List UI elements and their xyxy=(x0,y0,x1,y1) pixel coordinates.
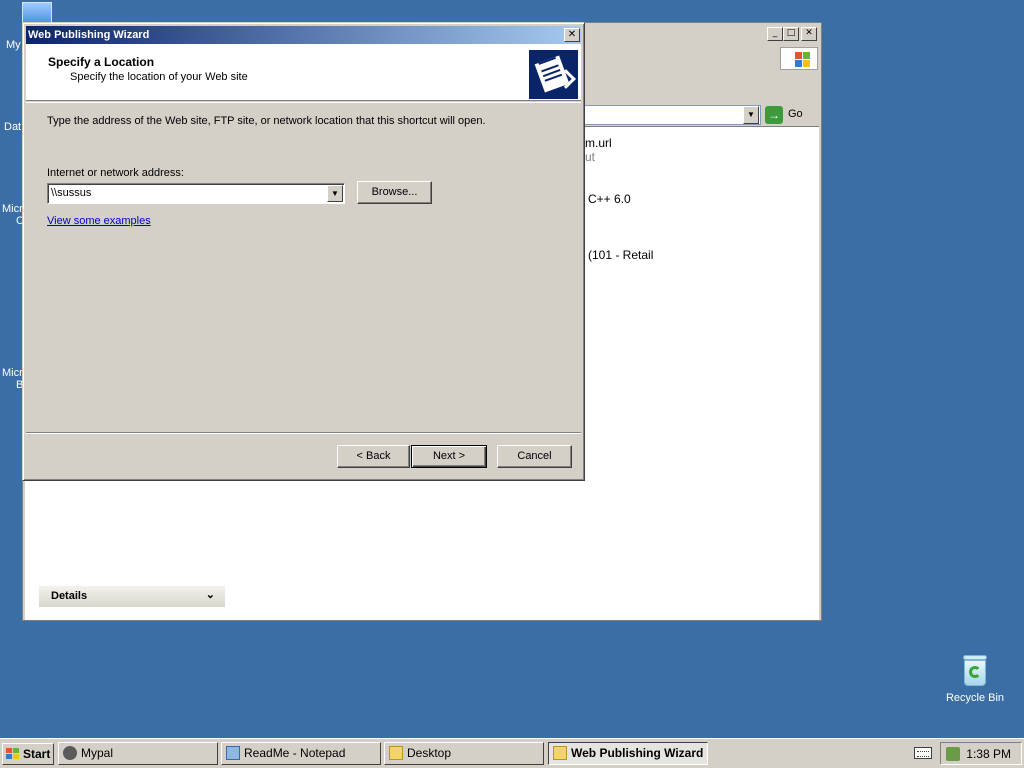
keyboard-icon[interactable] xyxy=(914,747,932,759)
next-button[interactable]: Next > xyxy=(411,445,487,468)
desktop-label-my[interactable]: My xyxy=(6,39,21,51)
list-item[interactable]: (101 - Retail xyxy=(588,248,653,262)
combo-dropdown-arrow-icon[interactable]: ▼ xyxy=(327,185,343,202)
taskbar-item-label: Web Publishing Wizard xyxy=(571,746,704,760)
desktop-label-micr-2[interactable]: Micr xyxy=(2,367,23,379)
link-period: . xyxy=(146,215,150,227)
taskbar-item-desktop[interactable]: Desktop xyxy=(384,742,544,765)
go-arrow-icon: → xyxy=(765,106,783,124)
details-label: Details xyxy=(51,590,88,602)
go-label: Go xyxy=(788,108,803,120)
wizard-header: Specify a Location Specify the location … xyxy=(26,44,581,101)
cancel-button[interactable]: Cancel xyxy=(497,445,572,468)
notepad-icon xyxy=(226,746,240,760)
maximize-button[interactable]: □ xyxy=(783,27,799,41)
desktop-label-data[interactable]: Dat xyxy=(4,121,21,133)
dialog-title: Web Publishing Wizard xyxy=(26,26,581,44)
address-bar[interactable] xyxy=(583,105,761,125)
taskbar-item-notepad[interactable]: ReadMe - Notepad xyxy=(221,742,381,765)
my-computer-icon[interactable] xyxy=(22,2,52,24)
taskbar-item-label: ReadMe - Notepad xyxy=(244,746,346,760)
dialog-close-button[interactable]: ✕ xyxy=(564,28,580,42)
web-publish-icon xyxy=(529,50,578,99)
taskbar-item-label: Mypal xyxy=(81,746,114,760)
address-combobox[interactable]: \\sussus ▼ xyxy=(47,183,345,204)
windows-logo-icon xyxy=(780,47,818,70)
folder-icon xyxy=(553,746,567,760)
network-icon[interactable] xyxy=(946,747,960,761)
list-item[interactable]: m.url xyxy=(585,136,612,150)
list-item[interactable]: C++ 6.0 xyxy=(588,192,631,206)
back-button[interactable]: < Back xyxy=(337,445,410,468)
close-button[interactable]: ✕ xyxy=(801,27,817,41)
taskbar-item-label: Desktop xyxy=(407,746,452,760)
system-tray: 1:38 PM xyxy=(940,742,1022,765)
chevron-down-icon[interactable]: ⌄ xyxy=(206,588,215,601)
go-button[interactable]: → Go xyxy=(763,105,817,125)
wizard-step-title: Specify a Location xyxy=(48,55,155,69)
taskbar-item-web-publishing-wizard[interactable]: Web Publishing Wizard xyxy=(548,742,708,765)
desktop-label-micr-1[interactable]: Micr xyxy=(2,203,23,215)
clock[interactable]: 1:38 PM xyxy=(966,747,1011,761)
wizard-step-subtitle: Specify the location of your Web site xyxy=(70,71,248,83)
recycle-bin[interactable]: Recycle Bin xyxy=(940,655,1010,704)
start-button[interactable]: Start xyxy=(2,743,54,765)
details-panel-header[interactable]: Details ⌄ xyxy=(39,586,225,607)
start-label: Start xyxy=(23,747,51,761)
address-label: Internet or network address: xyxy=(47,167,184,179)
mypal-icon xyxy=(63,746,77,760)
recycle-bin-label: Recycle Bin xyxy=(945,692,1005,704)
header-divider xyxy=(26,102,581,103)
taskbar: Start Mypal ReadMe - Notepad Desktop Web… xyxy=(0,738,1024,768)
minimize-button[interactable]: _ xyxy=(767,27,783,41)
web-publishing-wizard-dialog: Web Publishing Wizard ✕ Specify a Locati… xyxy=(22,22,585,481)
recycle-bin-icon xyxy=(961,655,989,687)
browse-button[interactable]: Browse... xyxy=(357,181,432,204)
windows-flag-icon xyxy=(6,748,20,760)
instruction-text: Type the address of the Web site, FTP si… xyxy=(47,115,486,127)
address-input[interactable]: \\sussus xyxy=(51,187,91,199)
address-dropdown-button[interactable]: ▼ xyxy=(743,106,759,124)
taskbar-item-mypal[interactable]: Mypal xyxy=(58,742,218,765)
footer-divider xyxy=(26,432,581,434)
folder-icon xyxy=(389,746,403,760)
view-examples-link[interactable]: View some examples xyxy=(47,215,151,227)
list-item[interactable]: ut xyxy=(585,150,595,164)
